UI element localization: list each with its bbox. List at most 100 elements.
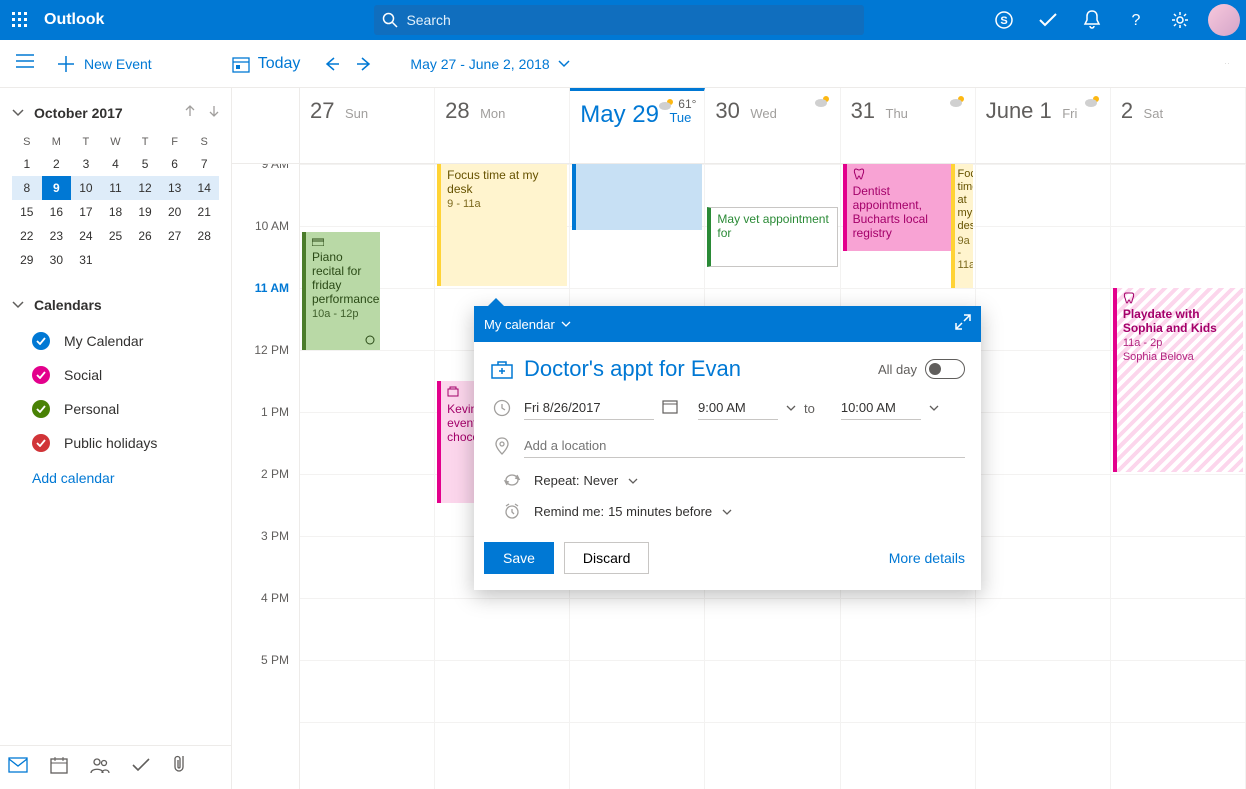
- event-start-time[interactable]: [698, 396, 778, 420]
- mini-cal-day[interactable]: 6: [160, 152, 190, 176]
- date-range-picker[interactable]: May 27 - June 2, 2018: [410, 56, 569, 72]
- date-picker-icon[interactable]: [662, 398, 678, 419]
- mini-cal-day[interactable]: 11: [101, 176, 131, 200]
- tasks-module-icon[interactable]: [132, 757, 150, 778]
- mini-cal-day[interactable]: 10: [71, 176, 101, 200]
- today-button[interactable]: Today: [232, 55, 301, 73]
- mini-cal-day[interactable]: 2: [42, 152, 72, 176]
- event-focus-thu[interactable]: Focus time at my desk9a - 11a: [951, 164, 973, 288]
- calendar-item[interactable]: My Calendar: [12, 324, 219, 358]
- calendar-item[interactable]: Social: [12, 358, 219, 392]
- mini-cal-day[interactable]: 8: [12, 176, 42, 200]
- mini-cal-day[interactable]: 7: [189, 152, 219, 176]
- repeat-value[interactable]: Never: [584, 473, 619, 488]
- event-title-input[interactable]: [524, 356, 878, 382]
- mini-cal-day[interactable]: 18: [101, 200, 131, 224]
- calendar-module-icon[interactable]: [50, 756, 68, 779]
- mini-cal-day[interactable]: 27: [160, 224, 190, 248]
- calendar-checkbox[interactable]: [32, 400, 50, 418]
- chevron-down-icon[interactable]: [628, 473, 638, 488]
- mini-cal-day[interactable]: 25: [101, 224, 131, 248]
- event-focus-mon[interactable]: Focus time at my desk9 - 11a: [437, 164, 567, 286]
- search-box[interactable]: [374, 5, 864, 35]
- day-header[interactable]: May 29 Tue61°: [570, 88, 705, 163]
- calendar-list-header[interactable]: Calendars: [12, 296, 219, 314]
- day-header[interactable]: 27 Sun: [300, 88, 435, 163]
- new-event-button[interactable]: New Event: [58, 56, 152, 72]
- mini-cal-day[interactable]: 13: [160, 176, 190, 200]
- day-column[interactable]: Playdate with Sophia and Kids11a - 2pSop…: [1111, 164, 1246, 789]
- mini-cal-next-icon[interactable]: [209, 104, 219, 122]
- skype-icon[interactable]: S: [982, 0, 1026, 40]
- event-location-input[interactable]: [524, 434, 965, 458]
- allday-toggle[interactable]: [925, 359, 965, 379]
- event-playdate[interactable]: Playdate with Sophia and Kids11a - 2pSop…: [1113, 288, 1243, 472]
- more-commands-button[interactable]: • •: [1225, 63, 1230, 65]
- next-week-button[interactable]: [348, 48, 380, 80]
- day-column[interactable]: [976, 164, 1111, 789]
- save-button[interactable]: Save: [484, 542, 554, 574]
- mini-cal-day[interactable]: 1: [12, 152, 42, 176]
- mail-module-icon[interactable]: [8, 757, 28, 778]
- mini-cal-day[interactable]: 5: [130, 152, 160, 176]
- mini-cal-day[interactable]: 22: [12, 224, 42, 248]
- calendar-checkbox[interactable]: [32, 434, 50, 452]
- mini-cal-day[interactable]: 16: [42, 200, 72, 224]
- mini-cal-day[interactable]: 15: [12, 200, 42, 224]
- discard-button[interactable]: Discard: [564, 542, 649, 574]
- chevron-down-icon[interactable]: [722, 504, 732, 519]
- mini-cal-day[interactable]: 26: [130, 224, 160, 248]
- day-header[interactable]: 2 Sat: [1111, 88, 1246, 163]
- add-calendar-link[interactable]: Add calendar: [12, 460, 219, 486]
- mini-cal-day[interactable]: 19: [130, 200, 160, 224]
- search-input[interactable]: [406, 12, 856, 28]
- day-header[interactable]: 31 Thu: [841, 88, 976, 163]
- files-module-icon[interactable]: [172, 755, 186, 780]
- mini-cal-day[interactable]: 29: [12, 248, 42, 272]
- calendar-checkbox[interactable]: [32, 332, 50, 350]
- mini-cal-day[interactable]: 31: [71, 248, 101, 272]
- mini-cal-day[interactable]: 23: [42, 224, 72, 248]
- app-launcher-icon[interactable]: [0, 0, 40, 40]
- event-selected-slot[interactable]: [572, 164, 702, 230]
- settings-icon[interactable]: [1158, 0, 1202, 40]
- chevron-down-icon[interactable]: [929, 399, 939, 417]
- mini-cal-day[interactable]: 3: [71, 152, 101, 176]
- mini-cal-day[interactable]: 20: [160, 200, 190, 224]
- event-mayvet[interactable]: May vet appointment for: [707, 207, 837, 267]
- mini-cal-day[interactable]: 9: [42, 176, 72, 200]
- event-dentist[interactable]: Dentist appointment, Bucharts local regi…: [843, 164, 951, 251]
- day-header[interactable]: 30 Wed: [705, 88, 840, 163]
- calendar-checkbox[interactable]: [32, 366, 50, 384]
- mini-cal-day[interactable]: 14: [189, 176, 219, 200]
- remind-value[interactable]: 15 minutes before: [608, 504, 712, 519]
- help-icon[interactable]: ?: [1114, 0, 1158, 40]
- mini-cal-day[interactable]: 4: [101, 152, 131, 176]
- nav-toggle-icon[interactable]: [16, 54, 34, 73]
- mini-cal-day[interactable]: 28: [189, 224, 219, 248]
- event-piano[interactable]: Piano recital for friday performance10a …: [302, 232, 380, 350]
- mini-cal-chevron-icon[interactable]: [12, 104, 24, 122]
- user-avatar[interactable]: [1208, 4, 1240, 36]
- prev-week-button[interactable]: [316, 48, 348, 80]
- day-header[interactable]: June 1 Fri: [976, 88, 1111, 163]
- todo-icon[interactable]: [1026, 0, 1070, 40]
- event-date-input[interactable]: [524, 396, 654, 420]
- calendar-item[interactable]: Personal: [12, 392, 219, 426]
- day-column[interactable]: Piano recital for friday performance10a …: [300, 164, 435, 789]
- mini-cal-day[interactable]: 30: [42, 248, 72, 272]
- popup-calendar-selector[interactable]: My calendar: [484, 317, 571, 332]
- mini-cal-day[interactable]: 17: [71, 200, 101, 224]
- notifications-icon[interactable]: [1070, 0, 1114, 40]
- mini-cal-day[interactable]: 24: [71, 224, 101, 248]
- chevron-down-icon[interactable]: [786, 399, 796, 417]
- mini-cal-day[interactable]: 12: [130, 176, 160, 200]
- popup-expand-icon[interactable]: [955, 314, 971, 335]
- people-module-icon[interactable]: [90, 756, 110, 779]
- calendar-item[interactable]: Public holidays: [12, 426, 219, 460]
- day-header[interactable]: 28 Mon: [435, 88, 570, 163]
- event-end-time[interactable]: [841, 396, 921, 420]
- mini-cal-day[interactable]: 21: [189, 200, 219, 224]
- more-details-link[interactable]: More details: [889, 550, 965, 566]
- mini-cal-prev-icon[interactable]: [185, 104, 195, 122]
